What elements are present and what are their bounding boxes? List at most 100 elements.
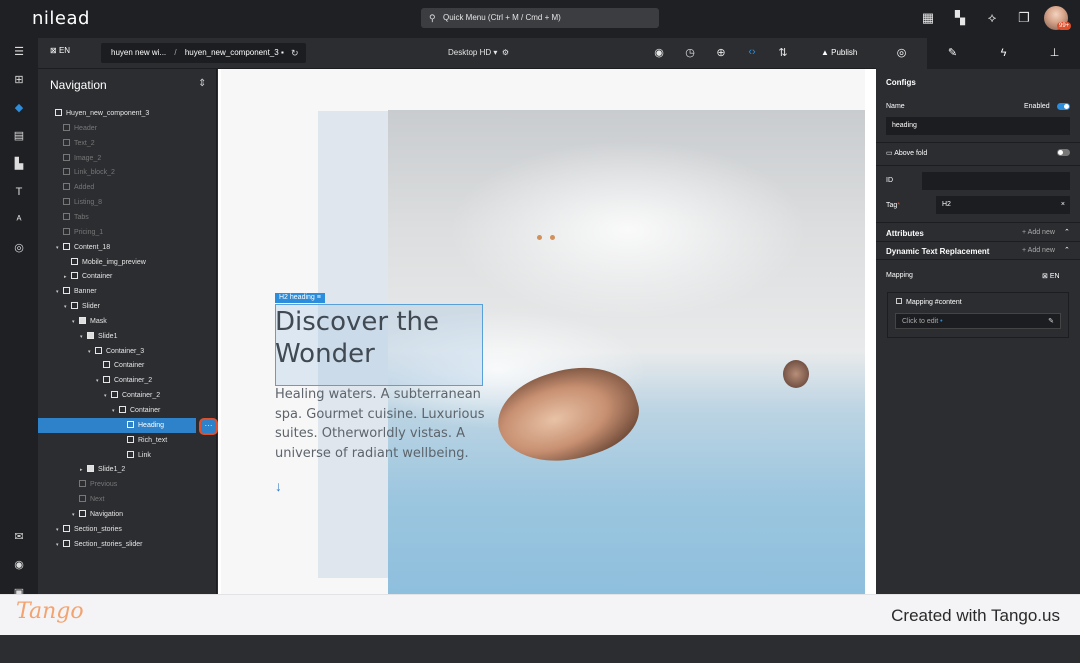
expand-arrow-icon[interactable]: ▾ <box>104 389 111 404</box>
add-icon[interactable]: ⊞ <box>0 66 38 94</box>
breadcrumb-page[interactable]: huyen_new_component_3 <box>185 48 279 57</box>
components-icon[interactable]: ▙ <box>0 150 38 178</box>
expand-arrow-icon[interactable]: ▾ <box>96 374 103 389</box>
tree-item[interactable]: Image_2 <box>38 151 101 166</box>
settings-icon[interactable]: ⚙ <box>502 48 509 57</box>
tree-item[interactable]: ▾ Section_stories_slider <box>38 537 142 552</box>
refresh-icon[interactable]: ↻ <box>291 48 299 59</box>
mail-icon[interactable]: ✉ <box>0 523 38 551</box>
translate-icon[interactable]: ᴬ <box>0 206 38 234</box>
tree-item[interactable]: Rich_text <box>38 433 167 448</box>
device-select[interactable]: Desktop HD ▾ ⚙ <box>448 48 509 57</box>
code-icon[interactable]: ‹› <box>745 46 759 59</box>
language-switch[interactable]: ⊠ EN <box>50 46 70 55</box>
banner-rich-text[interactable]: Healing waters. A subterranean spa. Gour… <box>275 385 495 463</box>
tree-item[interactable]: Listing_8 <box>38 195 102 210</box>
attributes-add-new[interactable]: + Add new <box>1022 229 1055 236</box>
sort-icon[interactable]: ⇅ <box>776 46 790 59</box>
pencil-icon[interactable]: ✎ <box>1048 314 1054 330</box>
tree-item[interactable]: Next <box>38 492 104 507</box>
database-icon[interactable]: ◎ <box>0 234 38 262</box>
tree-item[interactable]: ▾ Navigation <box>38 507 123 522</box>
tree-item[interactable]: Link_block_2 <box>38 165 115 180</box>
breadcrumb-site[interactable]: huyen new wi... <box>111 48 166 57</box>
expand-arrow-icon[interactable]: ▾ <box>56 538 63 553</box>
tree-item[interactable]: ▸ Slide1_2 <box>38 462 125 477</box>
tree-item[interactable]: Mobile_img_preview <box>38 255 146 270</box>
tree-item[interactable]: Header <box>38 121 97 136</box>
expand-arrow-icon[interactable]: ▾ <box>72 508 79 523</box>
publish-button[interactable]: ▲ Publish <box>821 48 857 57</box>
chevron-up-icon[interactable]: ⌃ <box>1064 246 1070 254</box>
expand-arrow-icon[interactable]: ▸ <box>80 463 87 478</box>
expand-arrow-icon[interactable]: ▾ <box>112 404 119 419</box>
element-tag-label[interactable]: H2 heading ≡ <box>275 293 325 303</box>
windows-icon[interactable]: ❐ <box>1016 10 1032 26</box>
preview-eye-icon[interactable]: ◉ <box>652 46 666 59</box>
tree-item[interactable]: Heading <box>38 417 196 433</box>
tree-item[interactable]: ▾ Mask <box>38 314 107 329</box>
tree-item[interactable]: Pricing_1 <box>38 225 103 240</box>
slider-dot[interactable] <box>550 235 555 240</box>
page-icon[interactable]: ▤ <box>0 122 38 150</box>
above-fold-toggle[interactable] <box>1057 149 1070 156</box>
app-logo[interactable]: nilead <box>32 8 90 29</box>
typography-icon[interactable]: T <box>0 178 38 206</box>
tab-structure-sitemap-icon[interactable]: ⊥ <box>1029 38 1080 69</box>
tree-item[interactable]: Link <box>38 448 151 463</box>
click-to-edit-field[interactable]: Click to edit • ✎ <box>895 313 1061 329</box>
expand-arrow-icon[interactable]: ▾ <box>56 285 63 300</box>
id-input[interactable] <box>922 172 1070 190</box>
tree-item[interactable]: ▾ Section_stories <box>38 522 122 537</box>
tree-item[interactable]: ▾ Container_3 <box>38 344 144 359</box>
tab-interactions-bolt-icon[interactable]: ϟ <box>978 38 1029 69</box>
expand-arrow-icon[interactable]: ▾ <box>80 330 87 345</box>
tab-configs-database-icon[interactable]: ◎ <box>876 38 927 69</box>
expand-arrow-icon[interactable]: ▾ <box>72 315 79 330</box>
element-icon <box>63 242 70 250</box>
quick-menu-search[interactable]: ⚲ Quick Menu (Ctrl + M / Cmd + M) <box>421 8 659 28</box>
slider-dot[interactable] <box>537 235 542 240</box>
calendar-icon[interactable]: ▦ <box>920 10 936 26</box>
chevron-up-icon[interactable]: ⌃ <box>1064 228 1070 236</box>
tree-item[interactable]: ▸ Container <box>38 269 112 284</box>
tree-item[interactable]: ▾ Banner <box>38 284 97 299</box>
banner-heading[interactable]: Discover the Wonder <box>275 306 485 370</box>
tree-item[interactable]: Container <box>38 358 144 373</box>
tree-item[interactable]: ▾ Slide1 <box>38 329 117 344</box>
mapping-language[interactable]: ⊠ EN <box>1042 272 1060 280</box>
tree-item[interactable]: Tabs <box>38 210 89 225</box>
name-input[interactable]: heading <box>886 117 1070 135</box>
expand-arrow-icon[interactable]: ▸ <box>64 270 71 285</box>
clear-icon[interactable]: × <box>1061 196 1065 214</box>
tag-select[interactable]: H2 × <box>936 196 1070 214</box>
tree-item[interactable]: ▾ Slider <box>38 299 100 314</box>
expand-arrow-icon[interactable]: ▾ <box>56 523 63 538</box>
sort-chevron-icon[interactable]: ⇕ <box>198 78 206 89</box>
expand-arrow-icon[interactable]: ▾ <box>88 345 95 360</box>
tree-item[interactable]: Text_2 <box>38 136 95 151</box>
grid-icon[interactable]: ▚ <box>952 10 968 26</box>
breadcrumb-separator: / <box>174 48 177 57</box>
tree-item[interactable]: ▾ Content_18 <box>38 240 110 255</box>
share-icon[interactable]: ⟡ <box>984 10 1000 26</box>
tree-item[interactable]: ▾ Container_2 <box>38 373 152 388</box>
banner-link-arrow[interactable]: ↓ <box>275 478 282 494</box>
tree-item[interactable]: ▾ Container <box>38 403 160 418</box>
tree-item[interactable]: Previous <box>38 477 117 492</box>
tree-item[interactable]: Added <box>38 180 94 195</box>
more-options-button[interactable]: ··· <box>199 418 218 435</box>
enabled-toggle[interactable] <box>1057 103 1070 110</box>
discord-icon[interactable]: ◉ <box>0 551 38 579</box>
expand-arrow-icon[interactable]: ▾ <box>56 241 63 256</box>
tree-item[interactable]: ▾ Container_2 <box>38 388 160 403</box>
tab-style-brush-icon[interactable]: ✎ <box>927 38 978 69</box>
layers-icon[interactable]: ◆ <box>0 94 38 122</box>
history-clock-icon[interactable]: ◷ <box>683 46 697 59</box>
globe-icon[interactable]: ⊕ <box>714 46 728 59</box>
expand-arrow-icon[interactable]: ▾ <box>64 300 71 315</box>
collapse-icon[interactable]: ☰ <box>0 38 38 66</box>
tree-item[interactable]: Huyen_new_component_3 <box>38 106 149 121</box>
mapping-content-checkbox[interactable]: Mapping #content <box>896 298 962 306</box>
dynamic-add-new[interactable]: + Add new <box>1022 247 1055 254</box>
